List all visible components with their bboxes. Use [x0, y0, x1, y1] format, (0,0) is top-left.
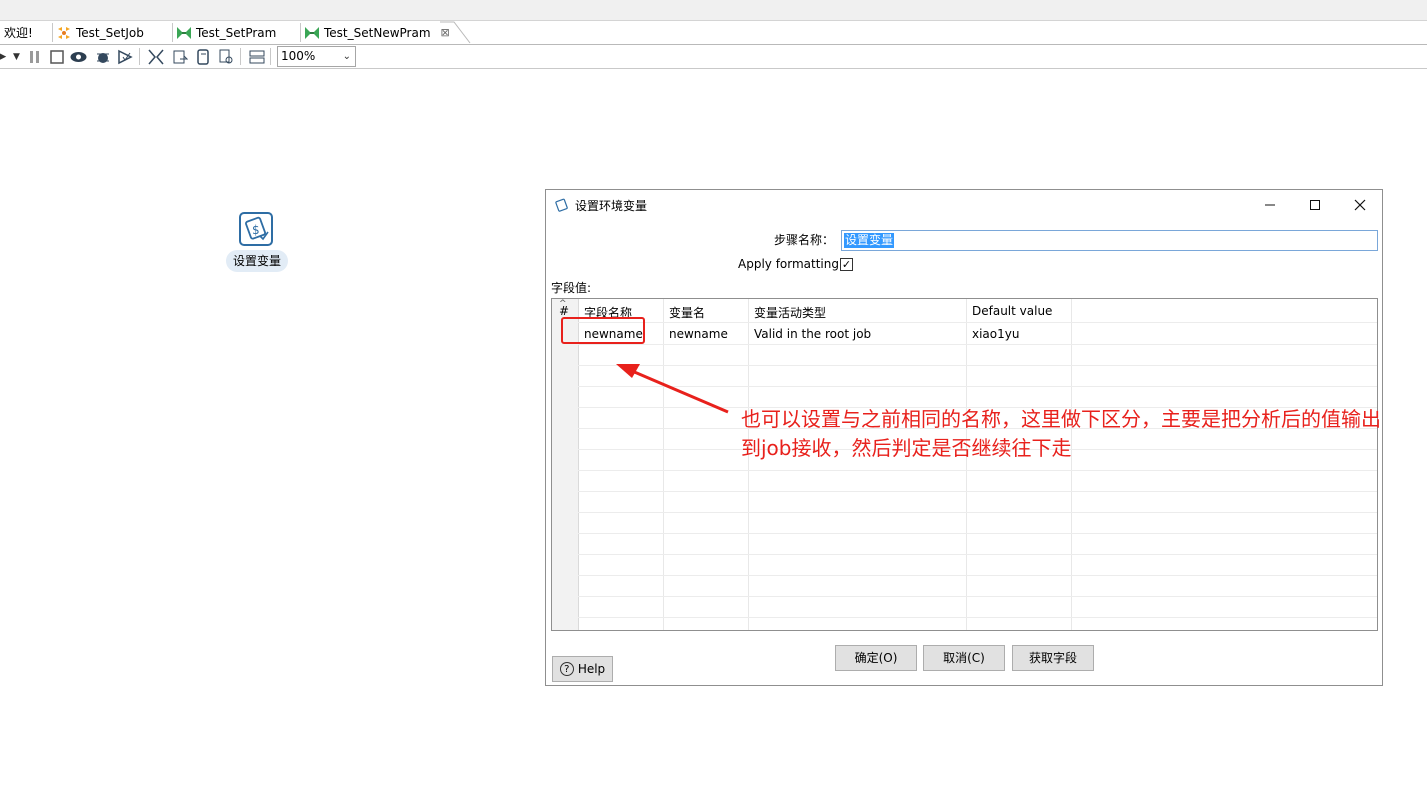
help-button[interactable]: ? Help: [552, 656, 613, 682]
chevron-down-icon: ⌄: [342, 51, 351, 62]
impact-icon[interactable]: [147, 48, 164, 65]
apply-formatting-label: Apply formatting: [738, 257, 839, 271]
dialog-title: 设置环境变量: [575, 199, 648, 213]
stepname-value: 设置变量: [844, 233, 895, 248]
help-icon: ?: [559, 662, 574, 676]
row-number-header: #: [559, 304, 570, 318]
tab-test-setnewpram[interactable]: Test_SetNewPram ⊠: [300, 21, 450, 44]
fields-label: 字段值:: [551, 281, 592, 295]
browse-icon[interactable]: [194, 48, 211, 65]
tab-test-setjob[interactable]: Test_SetJob: [52, 21, 144, 44]
svg-text:$: $: [252, 223, 260, 237]
stepname-input[interactable]: 设置变量: [841, 230, 1378, 251]
column-header-variable-name[interactable]: 变量名: [669, 304, 705, 321]
sql-icon[interactable]: [171, 48, 188, 65]
transformation-icon: [177, 26, 191, 39]
apply-formatting-checkbox[interactable]: ✓: [840, 258, 853, 271]
align-icon[interactable]: [248, 48, 265, 65]
fields-table[interactable]: ^ # 字段名称 变量名 变量活动类型 Default value newnam…: [551, 298, 1378, 631]
dialog-title-bar[interactable]: 设置环境变量: [546, 190, 1382, 220]
zoom-value: 100%: [281, 49, 316, 63]
explore-icon[interactable]: [217, 48, 234, 65]
annotation-highlight-box: [561, 317, 645, 344]
maximize-icon[interactable]: [1292, 190, 1337, 220]
editor-tab-bar: 欢迎! Test_SetJob Test_SetPram Test_SetNew…: [0, 21, 1427, 45]
tab-label: Test_SetPram: [196, 25, 277, 40]
set-variables-step-icon[interactable]: $: [239, 212, 273, 246]
transformation-icon: [305, 26, 319, 39]
table-cell-variable-scope[interactable]: Valid in the root job: [754, 327, 871, 341]
window-top-strip: [0, 0, 1427, 21]
annotation-line-1: 也可以设置与之前相同的名称，这里做下区分，主要是把分析后的值输出: [741, 407, 1381, 431]
canvas-toolbar: ▸ ▼ 100% ⌄: [0, 45, 1427, 69]
debug-icon[interactable]: [94, 48, 111, 65]
table-cell-variable-name[interactable]: newname: [669, 327, 728, 341]
dollar-tag-icon: [555, 198, 568, 212]
column-header-variable-scope[interactable]: 变量活动类型: [754, 304, 826, 321]
zoom-select[interactable]: 100% ⌄: [277, 46, 356, 67]
ok-button[interactable]: 确定(O): [835, 645, 917, 671]
check-mark-icon: ✓: [841, 258, 852, 271]
step-label[interactable]: 设置变量: [226, 250, 288, 272]
minimize-icon[interactable]: [1247, 190, 1292, 220]
job-icon: [58, 26, 70, 39]
tab-edge-decoration: [440, 21, 471, 44]
table-cell-default-value[interactable]: xiao1yu: [972, 327, 1019, 341]
tab-welcome[interactable]: 欢迎!: [4, 21, 33, 44]
close-icon[interactable]: [1337, 190, 1382, 220]
help-label: Help: [577, 662, 606, 676]
annotation-text: 也可以设置与之前相同的名称，这里做下区分，主要是把分析后的值输出 到job接收，…: [741, 405, 1427, 463]
tab-label: Test_SetNewPram: [324, 25, 431, 40]
stop-icon[interactable]: [48, 48, 65, 65]
verify-icon[interactable]: [116, 48, 133, 65]
tab-label: Test_SetJob: [76, 25, 144, 40]
annotation-line-2: 到job接收，然后判定是否继续往下走: [741, 436, 1072, 460]
pause-icon[interactable]: [26, 48, 43, 65]
tab-test-setpram[interactable]: Test_SetPram: [172, 21, 277, 44]
row-number-column: [552, 299, 579, 630]
stepname-label: 步骤名称：: [773, 233, 834, 247]
dollar-tag-icon: $: [245, 216, 269, 241]
chevron-down-icon[interactable]: ▼: [8, 48, 25, 65]
preview-icon[interactable]: [70, 48, 87, 65]
tab-label: 欢迎!: [4, 26, 33, 40]
get-fields-button[interactable]: 获取字段: [1012, 645, 1094, 671]
column-header-default-value[interactable]: Default value: [972, 304, 1052, 318]
dropdown-arrow-icon[interactable]: ▸: [0, 48, 6, 65]
cancel-button[interactable]: 取消(C): [923, 645, 1005, 671]
